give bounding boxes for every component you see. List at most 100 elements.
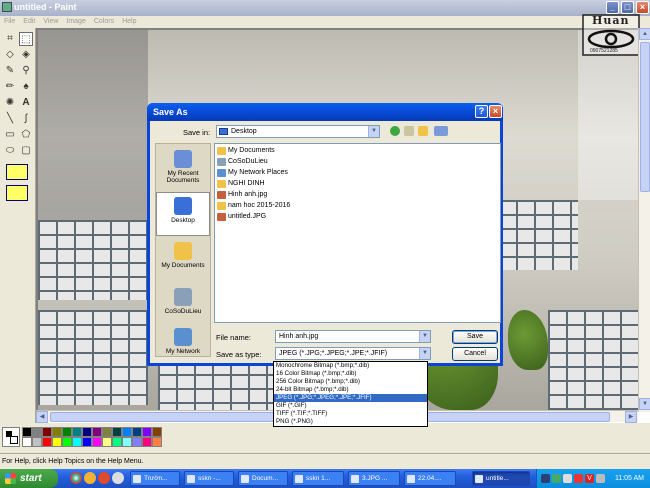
tray-icon[interactable] [541,474,550,483]
pencil-icon[interactable]: ✏ [3,80,17,94]
up-folder-icon[interactable] [404,126,414,136]
scroll-right-icon[interactable]: ▶ [625,411,637,423]
save-in-combo[interactable]: Desktop ▼ [216,125,380,138]
color-swatch[interactable] [142,437,152,447]
transparent-option-icon[interactable] [6,185,28,201]
type-option[interactable]: TIFF (*.TIF;*.TIFF) [274,410,427,418]
line-icon[interactable]: ╲ [3,112,17,126]
color-swatch[interactable] [112,427,122,437]
color-swatch[interactable] [22,427,32,437]
filename-input[interactable]: Hinh anh.jpg ▼ [275,330,431,343]
color-swatch[interactable] [62,437,72,447]
type-option[interactable]: PNG (*.PNG) [274,418,427,426]
color-swatch[interactable] [152,437,162,447]
menu-edit[interactable]: Edit [23,16,35,28]
back-icon[interactable] [390,126,400,136]
color-swatch[interactable] [82,437,92,447]
text-tool-icon[interactable]: A [19,96,33,110]
color-swatch[interactable] [122,427,132,437]
task-button[interactable]: sskn -... [184,471,234,486]
color-swatch[interactable] [52,427,62,437]
filename-dropdown-icon[interactable]: ▼ [419,331,430,342]
type-option[interactable]: 24-bit Bitmap (*.bmp;*.dib) [274,386,427,394]
tray-icon[interactable] [574,474,583,483]
list-item[interactable]: CoSoDuLieu [217,157,268,167]
chrome-icon[interactable] [70,472,82,484]
place-desktop[interactable]: Desktop [156,192,210,236]
color-picker-icon[interactable]: ✎ [3,64,17,78]
type-option[interactable]: 16 Color Bitmap (*.bmp;*.dib) [274,370,427,378]
curve-icon[interactable]: ∫ [19,112,33,126]
maximize-button[interactable]: □ [621,1,634,14]
volume-icon[interactable] [596,474,605,483]
menu-view[interactable]: View [43,16,58,28]
save-as-type-combo[interactable]: JPEG (*.JPG;*.JPEG;*.JPE;*.JFIF) ▼ [275,347,431,360]
color-swatch[interactable] [42,427,52,437]
color-swatch[interactable] [72,427,82,437]
place-recent-documents[interactable]: My Recent Documents [156,146,210,190]
vertical-scroll-thumb[interactable] [640,42,650,192]
list-item[interactable]: My Network Places [217,168,288,178]
rectangle-icon[interactable]: ▭ [3,128,17,142]
rounded-rect-icon[interactable]: ▢ [19,144,33,158]
color-swatch[interactable] [52,437,62,447]
color-swatch[interactable] [142,427,152,437]
list-item[interactable]: nam hoc 2015-2016 [217,201,290,211]
list-item[interactable]: Hinh anh.jpg [217,190,267,200]
scroll-left-icon[interactable]: ◀ [36,411,48,423]
color-swatch[interactable] [122,437,132,447]
views-menu-icon[interactable] [434,126,448,136]
scroll-down-icon[interactable]: ▼ [639,398,650,410]
list-item[interactable]: My Documents [217,146,275,156]
task-button[interactable]: 22.04.... [404,471,456,486]
place-cosodulieu[interactable]: CoSoDuLieu [156,284,210,328]
save-in-dropdown-icon[interactable]: ▼ [368,126,379,137]
color-swatch[interactable] [42,437,52,447]
dialog-close-button[interactable]: × [489,105,502,118]
minimize-button[interactable]: _ [606,1,619,14]
color-swatch[interactable] [132,427,142,437]
color-swatch[interactable] [102,427,112,437]
tray-icon[interactable] [563,474,572,483]
menu-colors[interactable]: Colors [94,16,114,28]
color-swatch[interactable] [112,437,122,447]
magnifier-icon[interactable]: ⚲ [19,64,33,78]
place-my-network[interactable]: My Network [156,324,210,356]
color-swatch[interactable] [22,437,32,447]
save-as-type-list[interactable]: Monochrome Bitmap (*.bmp;*.dib) 16 Color… [273,361,428,427]
color-swatch[interactable] [32,437,42,447]
task-button[interactable]: 3.JPG ... [348,471,400,486]
color-swatch[interactable] [102,437,112,447]
color-swatch[interactable] [92,437,102,447]
new-folder-icon[interactable] [418,126,428,136]
airbrush-icon[interactable]: ✺ [3,96,17,110]
fill-bucket-icon[interactable]: ◈ [19,48,33,62]
tray-icon[interactable] [552,474,561,483]
color-swatch[interactable] [32,427,42,437]
color-swatch[interactable] [62,427,72,437]
brush-icon[interactable]: ♠ [19,80,33,94]
type-option[interactable]: Monochrome Bitmap (*.bmp;*.dib) [274,362,427,370]
color-swatch[interactable] [72,437,82,447]
rect-select-icon[interactable]: ⬚ [19,32,33,46]
color-swatch[interactable] [82,427,92,437]
type-option[interactable]: 256 Color Bitmap (*.bmp;*.dib) [274,378,427,386]
type-option-selected[interactable]: JPEG (*.JPG;*.JPEG;*.JPE;*.JFIF) [274,394,427,402]
menu-image[interactable]: Image [66,16,85,28]
file-list[interactable]: My Documents CoSoDuLieu My Network Place… [214,143,501,323]
fill-option-icon[interactable] [6,164,28,180]
start-button[interactable]: start [0,469,58,488]
app-quicklaunch-icon[interactable] [112,472,124,484]
cancel-button[interactable]: Cancel [452,347,498,361]
vertical-scrollbar[interactable]: ▲ ▼ [638,28,650,412]
app-quicklaunch-icon[interactable] [98,472,110,484]
menu-help[interactable]: Help [122,16,136,28]
color-swatch[interactable] [92,427,102,437]
menu-file[interactable]: File [4,16,15,28]
task-button[interactable]: Trườn... [130,471,180,486]
save-as-type-dropdown-icon[interactable]: ▼ [419,348,430,359]
color-swatch[interactable] [152,427,162,437]
type-option[interactable]: GIF (*.GIF) [274,402,427,410]
task-button-active[interactable]: untitle... [472,471,530,486]
place-my-documents[interactable]: My Documents [156,238,210,282]
